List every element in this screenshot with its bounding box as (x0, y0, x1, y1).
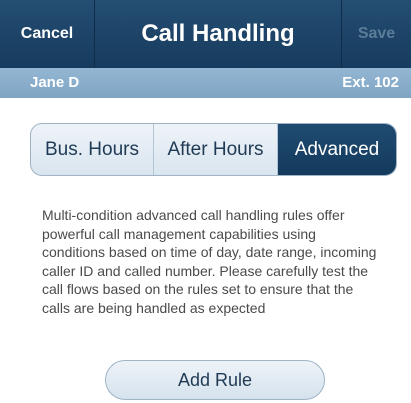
page-title: Call Handling (141, 20, 295, 47)
add-rule-button[interactable]: Add Rule (105, 360, 325, 400)
navigation-bar: Cancel Call Handling Save (0, 0, 411, 68)
description-text: Multi-condition advanced call handling r… (42, 207, 377, 316)
tab-after-hours[interactable]: After Hours (154, 124, 278, 175)
tab-bus-hours[interactable]: Bus. Hours (31, 124, 154, 175)
tab-segmented-control: Bus. Hours After Hours Advanced (30, 123, 397, 176)
user-extension: Ext. 102 (342, 74, 399, 91)
user-info-bar: Jane D Ext. 102 (0, 68, 411, 98)
user-name: Jane D (30, 74, 80, 91)
tab-advanced[interactable]: Advanced (278, 124, 396, 175)
save-button[interactable]: Save (341, 0, 411, 68)
cancel-button[interactable]: Cancel (0, 0, 95, 68)
